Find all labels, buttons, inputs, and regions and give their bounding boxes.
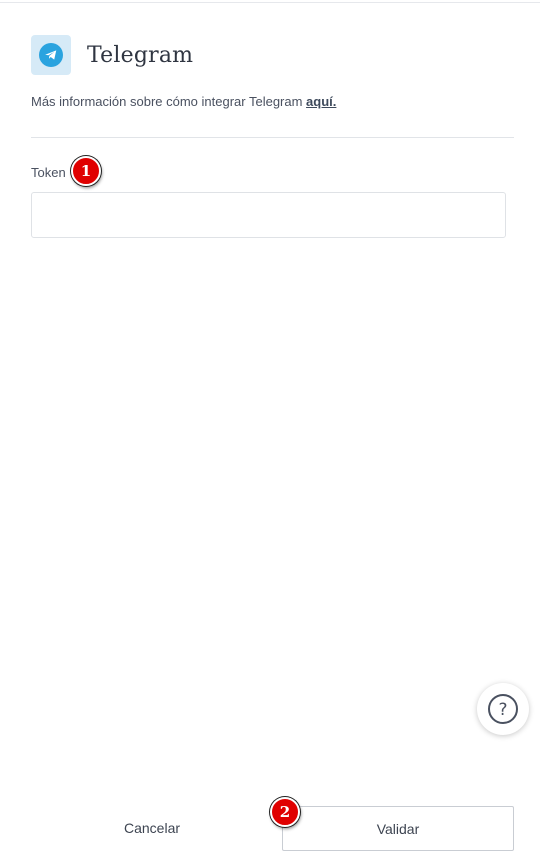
cancel-button[interactable]: Cancelar bbox=[31, 806, 273, 850]
modal-header: Telegram bbox=[31, 35, 193, 75]
annotation-badge-2: 2 bbox=[270, 797, 300, 827]
telegram-icon bbox=[39, 43, 63, 67]
help-button[interactable]: ? bbox=[477, 683, 529, 735]
token-label: Token bbox=[31, 165, 66, 180]
info-text: Más información sobre cómo integrar Tele… bbox=[31, 94, 307, 109]
annotation-badge-1: 1 bbox=[71, 156, 101, 186]
token-input[interactable] bbox=[31, 192, 506, 238]
validate-button[interactable]: Validar bbox=[282, 806, 514, 851]
integration-info: Más información sobre cómo integrar Tele… bbox=[31, 94, 336, 109]
svg-text:?: ? bbox=[498, 700, 507, 720]
section-divider bbox=[31, 137, 514, 138]
info-link[interactable]: aquí. bbox=[306, 94, 336, 109]
page-title: Telegram bbox=[87, 42, 194, 68]
help-icon: ? bbox=[488, 694, 518, 724]
telegram-logo bbox=[31, 35, 71, 75]
top-divider bbox=[0, 0, 540, 3]
